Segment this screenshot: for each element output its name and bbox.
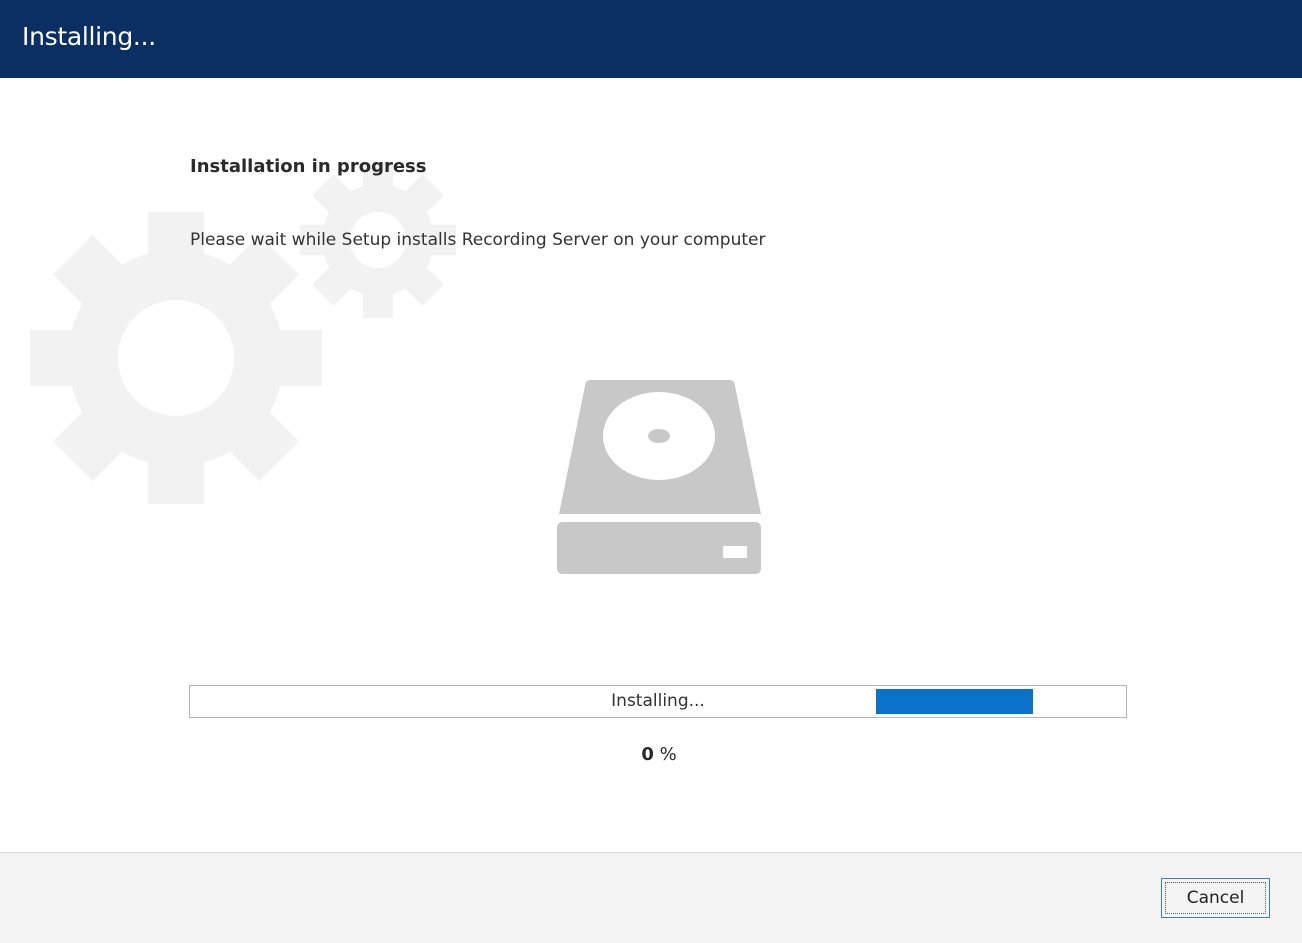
installer-window: Installing... Installation in progress P…: [0, 0, 1302, 943]
cancel-button-label: Cancel: [1165, 882, 1266, 914]
progress-bar: Installing...: [189, 685, 1127, 718]
window-title: Installing...: [22, 22, 156, 51]
gears-icon: [30, 162, 456, 504]
content-area: Installation in progress Please wait whi…: [0, 78, 1302, 852]
hard-drive-icon: [557, 380, 761, 574]
installation-description: Please wait while Setup installs Recordi…: [190, 230, 766, 250]
progress-percent-sign: %: [659, 744, 677, 765]
footer-bar: Cancel: [0, 852, 1302, 943]
progress-label: Installing...: [611, 691, 705, 711]
installation-heading: Installation in progress: [190, 156, 427, 177]
title-bar: Installing...: [0, 0, 1302, 78]
cancel-button[interactable]: Cancel: [1161, 878, 1270, 918]
progress-percent-value: 0: [641, 744, 654, 765]
progress-percent: 0 %: [0, 744, 1302, 765]
